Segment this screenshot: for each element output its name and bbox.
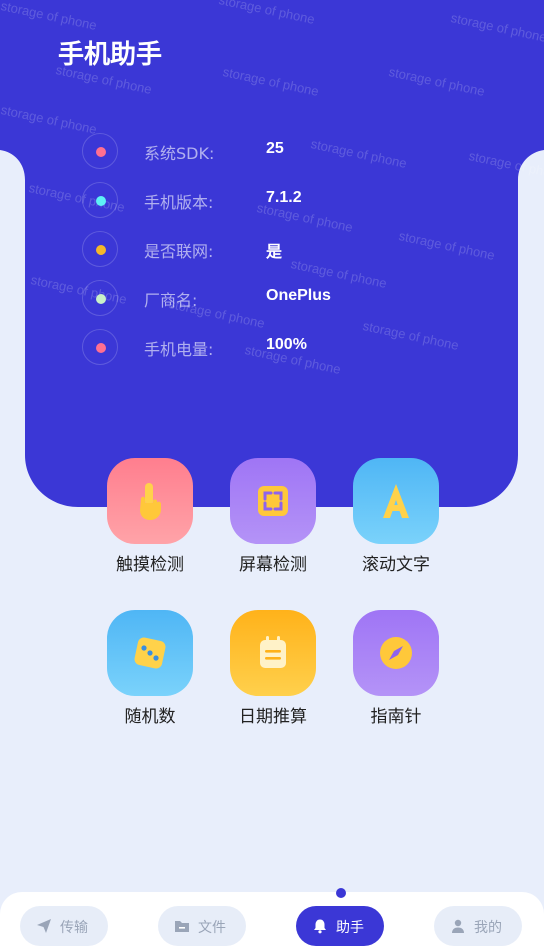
- tool-label: 屏幕检测: [239, 555, 307, 575]
- date-calc-button[interactable]: [230, 610, 316, 696]
- info-label: 厂商名:: [144, 291, 198, 310]
- letter-a-icon: [383, 484, 409, 518]
- tool-screen-test[interactable]: 屏幕检测: [208, 458, 338, 598]
- status-dot: [96, 147, 106, 157]
- compass-button[interactable]: [353, 610, 439, 696]
- status-dot: [96, 294, 106, 304]
- tab-label: 我的: [474, 920, 502, 936]
- touch-hand-icon: [140, 483, 161, 520]
- compass-icon: [380, 637, 412, 669]
- info-value: OnePlus: [266, 287, 331, 304]
- dice-icon: [134, 637, 166, 669]
- status-dot: [96, 245, 106, 255]
- active-tab-indicator: [336, 888, 346, 898]
- dot-ring: [82, 280, 118, 316]
- tab-label: 助手: [336, 920, 364, 936]
- status-dot: [96, 343, 106, 353]
- tab-mine[interactable]: 我的: [434, 906, 522, 946]
- tab-assistant[interactable]: 助手: [296, 906, 384, 946]
- dot-ring: [82, 133, 118, 169]
- tab-files[interactable]: 文件: [158, 906, 246, 946]
- random-number-button[interactable]: [107, 610, 193, 696]
- screen-test-button[interactable]: [230, 458, 316, 544]
- dot-ring: [82, 329, 118, 365]
- tool-compass[interactable]: 指南针: [331, 610, 461, 750]
- tool-label: 随机数: [124, 707, 176, 727]
- paper-plane-icon: [37, 919, 51, 933]
- info-row-battery: 手机电量: 100%: [82, 329, 462, 365]
- info-label: 手机版本:: [144, 193, 214, 212]
- scroll-text-button[interactable]: [353, 458, 439, 544]
- tool-date-calc[interactable]: 日期推算: [208, 610, 338, 750]
- info-value: 100%: [266, 336, 307, 353]
- page-title: 手机助手: [58, 40, 163, 70]
- tool-touch-test[interactable]: 触摸检测: [85, 458, 215, 598]
- info-label: 系统SDK:: [144, 144, 215, 163]
- info-value: 是: [266, 244, 283, 261]
- tool-label: 日期推算: [239, 707, 307, 727]
- tab-label: 文件: [198, 920, 226, 936]
- info-row-version: 手机版本: 7.1.2: [82, 182, 462, 218]
- folder-icon: [175, 921, 189, 932]
- info-row-manufacturer: 厂商名: OnePlus: [82, 280, 462, 316]
- tool-label: 滚动文字: [362, 555, 430, 575]
- tab-label: 传输: [60, 920, 88, 936]
- dot-ring: [82, 231, 118, 267]
- info-row-sdk: 系统SDK: 25: [82, 133, 462, 169]
- tab-transfer[interactable]: 传输: [20, 906, 108, 946]
- status-dot: [96, 196, 106, 206]
- tool-random-number[interactable]: 随机数: [85, 610, 215, 750]
- tool-label: 指南针: [370, 707, 422, 727]
- info-row-network: 是否联网: 是: [82, 231, 462, 267]
- info-value: 25: [266, 140, 284, 157]
- header-panel: storage of phone storage of phone storag…: [0, 0, 544, 507]
- info-label: 手机电量:: [144, 340, 214, 359]
- info-label: 是否联网:: [144, 242, 214, 261]
- dot-ring: [82, 182, 118, 218]
- user-icon: [452, 919, 464, 933]
- calendar-icon: [260, 636, 286, 668]
- info-value: 7.1.2: [266, 189, 302, 206]
- tool-label: 触摸检测: [116, 555, 184, 575]
- touch-test-button[interactable]: [107, 458, 193, 544]
- screen-frame-icon: [258, 486, 288, 516]
- bell-icon: [314, 919, 326, 934]
- tool-scroll-text[interactable]: 滚动文字: [331, 458, 461, 598]
